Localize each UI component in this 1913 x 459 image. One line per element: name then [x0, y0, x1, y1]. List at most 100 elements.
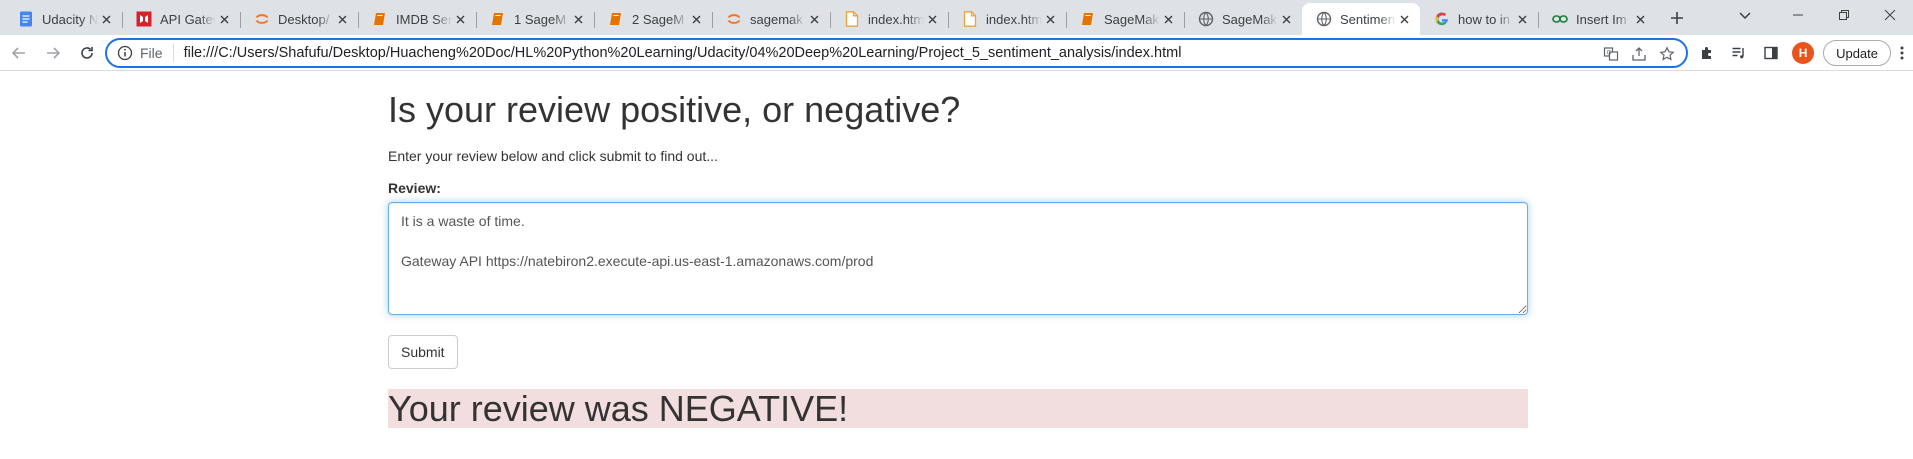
- tab-close-button[interactable]: [216, 11, 232, 28]
- tab-title: SageMak: [1104, 11, 1159, 27]
- side-panel-button[interactable]: [1755, 38, 1787, 68]
- page-content: Is your review positive, or negative? En…: [388, 72, 1528, 429]
- globe-icon: [1198, 11, 1214, 27]
- tab[interactable]: SageMak: [1184, 4, 1302, 34]
- review-textarea[interactable]: [388, 202, 1528, 315]
- tab-close-button[interactable]: [688, 11, 704, 28]
- tab-title: Sentimen: [1340, 11, 1395, 27]
- tabs-container: Udacity N API Gatew Desktop/IMDB Sen 1 Sage…: [0, 0, 1656, 35]
- profile-avatar[interactable]: H: [1792, 42, 1815, 64]
- arrow-left-icon: [11, 46, 25, 59]
- result-banner: Your review was NEGATIVE!: [388, 389, 1528, 429]
- forward-button[interactable]: [38, 38, 68, 68]
- tab-close-button[interactable]: [1160, 11, 1176, 28]
- tab-close-button[interactable]: [1632, 11, 1648, 28]
- info-icon[interactable]: [117, 45, 133, 61]
- tab-title: Desktop/: [278, 11, 330, 27]
- tab-title: index.htm: [986, 11, 1042, 27]
- api-gateway-icon: [136, 11, 152, 27]
- review-label: Review:: [388, 180, 441, 196]
- tab-title: how to in: [1458, 11, 1511, 27]
- page-description: Enter your review below and click submit…: [388, 148, 718, 164]
- close-icon: [1164, 15, 1172, 23]
- chevron-down-icon: [1739, 12, 1751, 20]
- link-icon: [1552, 11, 1568, 27]
- tab-title: API Gatew: [160, 11, 216, 27]
- tab-search-button[interactable]: [1725, 0, 1765, 30]
- file-icon: [962, 11, 978, 27]
- tab-close-button[interactable]: [924, 11, 940, 28]
- tab-close-button[interactable]: [1514, 11, 1530, 28]
- tab-close-button[interactable]: [334, 11, 350, 28]
- star-icon: [1659, 46, 1675, 61]
- tab-close-button[interactable]: [570, 11, 586, 28]
- tab[interactable]: index.htm: [948, 4, 1066, 34]
- back-button[interactable]: [4, 38, 34, 68]
- plus-icon: [1671, 12, 1683, 24]
- tab-close-button[interactable]: [806, 11, 822, 28]
- toolbar-actions: H Update: [1691, 38, 1913, 68]
- restore-icon: [1839, 10, 1849, 20]
- url-text[interactable]: file:///C:/Users/Shafufu/Desktop/Huachen…: [184, 45, 1182, 61]
- update-button[interactable]: Update: [1823, 40, 1891, 66]
- tab[interactable]: 1 SageM: [476, 4, 594, 34]
- bookmark-button[interactable]: [1656, 43, 1678, 65]
- translate-button[interactable]: G: [1600, 43, 1622, 65]
- tab[interactable]: SageMak: [1066, 4, 1184, 34]
- new-tab-button[interactable]: [1662, 3, 1692, 33]
- book-icon: [490, 11, 506, 27]
- puzzle-icon: [1702, 47, 1712, 59]
- tab-close-button[interactable]: [98, 11, 114, 28]
- close-icon: [810, 15, 818, 23]
- tab-close-button[interactable]: [1278, 11, 1294, 28]
- tab-close-button[interactable]: [1396, 11, 1412, 28]
- close-icon: [1282, 15, 1290, 23]
- restore-button[interactable]: [1821, 0, 1867, 30]
- arrow-right-icon: [47, 46, 61, 59]
- extensions-button[interactable]: [1691, 38, 1723, 68]
- side-panel-icon: [1764, 46, 1778, 60]
- media-button[interactable]: [1723, 38, 1755, 68]
- google-icon: [1434, 11, 1450, 27]
- tab[interactable]: IMDB Sen: [358, 4, 476, 34]
- scheme-label: File: [140, 44, 174, 62]
- tab-title: SageMak: [1222, 11, 1277, 27]
- tab[interactable]: API Gatew: [122, 4, 240, 34]
- browser-menu-button[interactable]: [1891, 38, 1913, 68]
- tab[interactable]: 2 SageM: [594, 4, 712, 34]
- close-icon: [338, 15, 346, 23]
- book-icon: [372, 11, 388, 27]
- browser-toolbar: File file:///C:/Users/Shafufu/Desktop/Hu…: [0, 35, 1913, 71]
- tab-title: IMDB Sen: [396, 11, 452, 27]
- tab[interactable]: Insert Im: [1538, 4, 1656, 34]
- address-bar[interactable]: File file:///C:/Users/Shafufu/Desktop/Hu…: [105, 38, 1688, 68]
- share-button[interactable]: [1628, 43, 1650, 65]
- close-icon: [102, 15, 110, 23]
- close-icon: [928, 15, 936, 23]
- reload-button[interactable]: [72, 38, 102, 68]
- tab-active[interactable]: Sentimen: [1302, 3, 1420, 35]
- media-queue-icon: [1732, 47, 1744, 59]
- minimize-icon: [1793, 14, 1803, 16]
- tab-close-button[interactable]: [1042, 11, 1058, 28]
- tab[interactable]: sagemak: [712, 4, 830, 34]
- tab[interactable]: index.htm: [830, 4, 948, 34]
- book-icon: [1080, 11, 1096, 27]
- book-icon: [608, 11, 624, 27]
- globe-icon: [1316, 11, 1332, 27]
- close-window-button[interactable]: [1867, 0, 1913, 30]
- tab[interactable]: Desktop/: [240, 4, 358, 34]
- tab[interactable]: Udacity N: [4, 4, 122, 34]
- minimize-button[interactable]: [1775, 0, 1821, 30]
- translate-icon: G: [1603, 47, 1619, 61]
- close-icon: [220, 15, 228, 23]
- tab-title: index.htm: [868, 11, 924, 27]
- tab[interactable]: how to in: [1420, 4, 1538, 34]
- submit-button[interactable]: Submit: [388, 335, 458, 369]
- tab-close-button[interactable]: [452, 11, 468, 28]
- address-bar-actions: G: [1600, 43, 1678, 65]
- svg-text:G: G: [1607, 50, 1612, 57]
- tab-title: 1 SageM: [514, 11, 567, 27]
- tab-strip: Udacity N API Gatew Desktop/IMDB Sen 1 Sage…: [0, 0, 1913, 35]
- jupyter-icon: [726, 11, 742, 27]
